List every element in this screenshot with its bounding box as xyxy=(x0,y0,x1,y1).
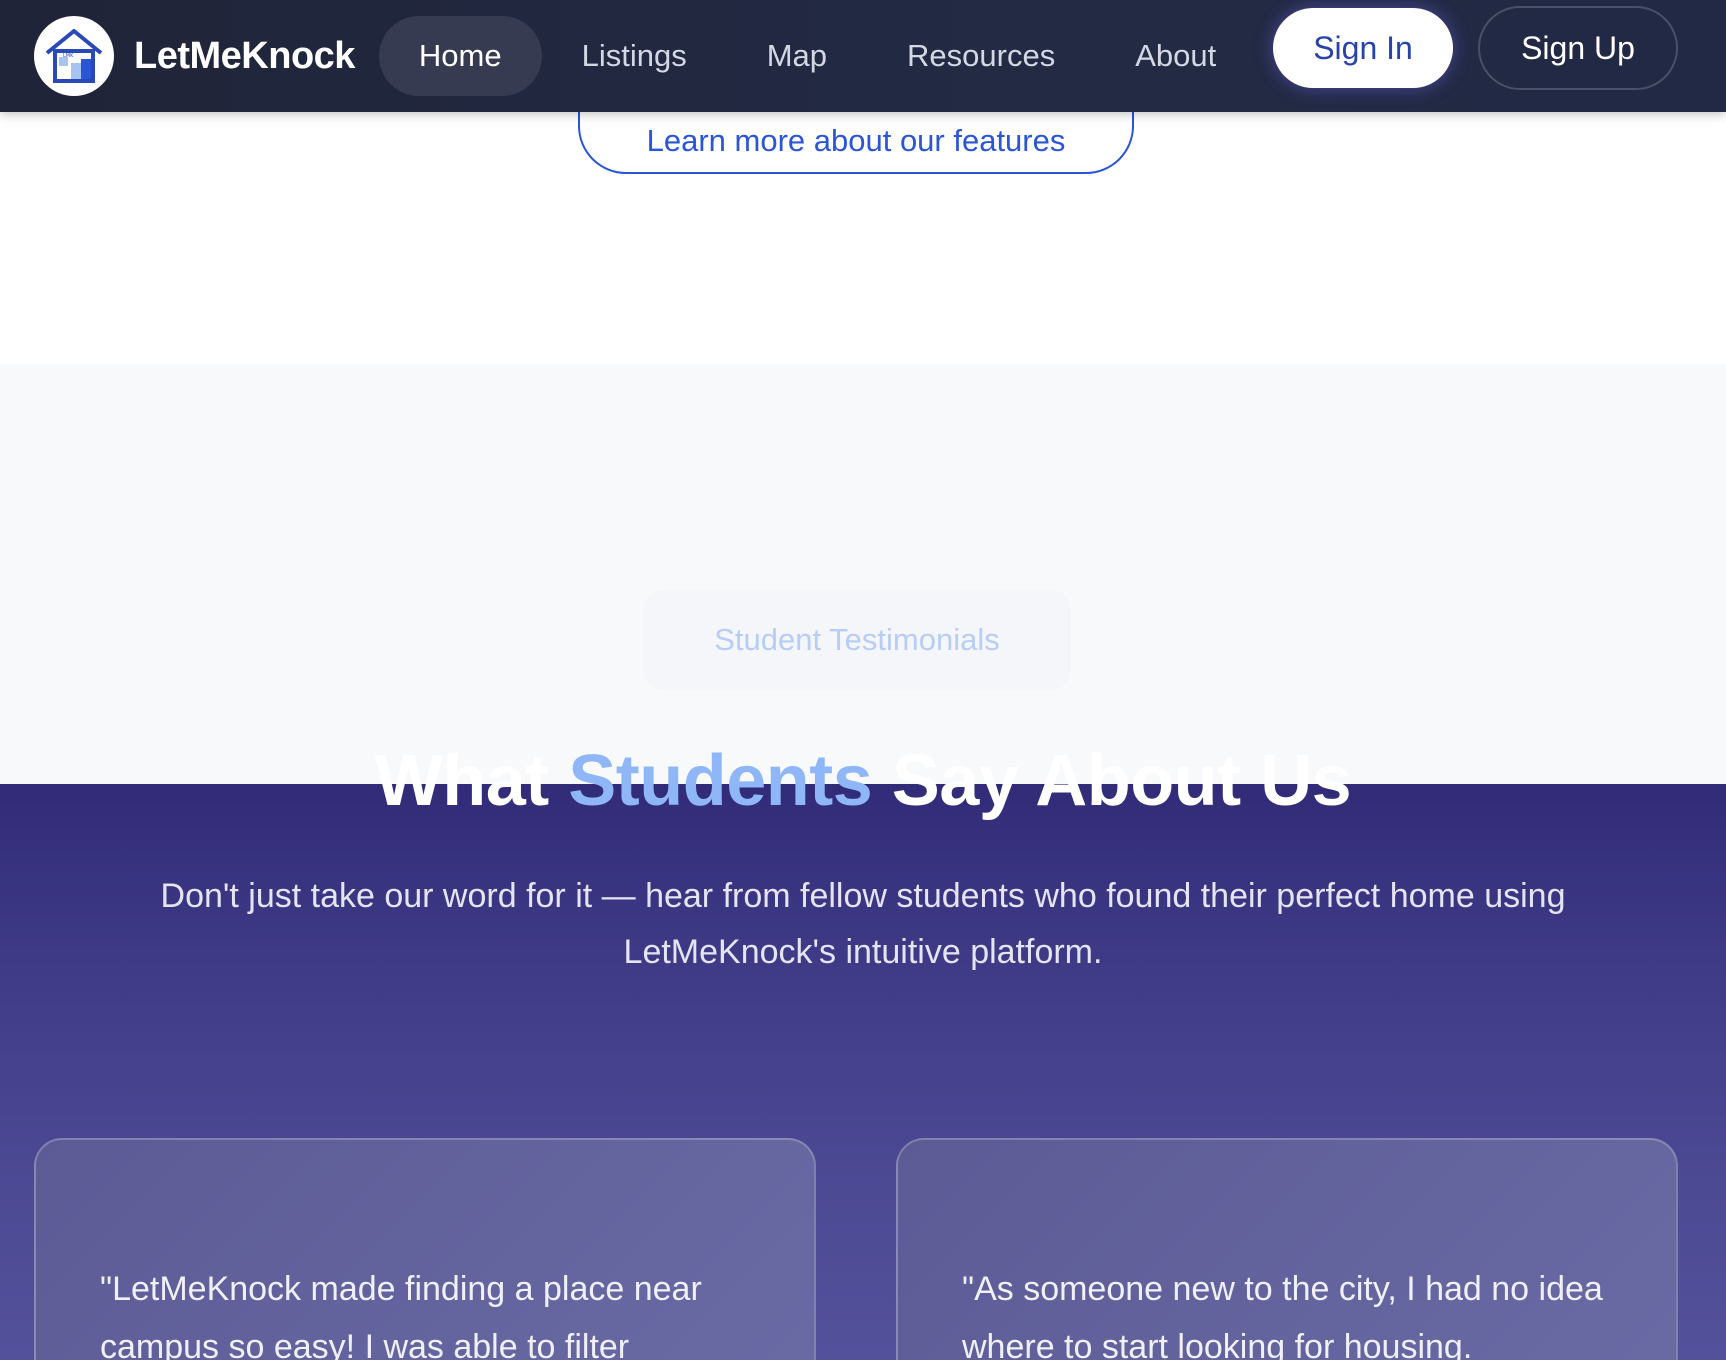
testimonials-heading: What Students Say About Us xyxy=(0,740,1726,822)
nav-resources[interactable]: Resources xyxy=(867,16,1095,96)
nav-map[interactable]: Map xyxy=(727,16,867,96)
page: LMK LetMeKnock Home Listings Map Resourc… xyxy=(0,0,1726,1360)
heading-part-1: What xyxy=(374,741,569,821)
nav-listings[interactable]: Listings xyxy=(542,16,727,96)
logo[interactable]: LMK xyxy=(34,16,114,96)
brand-name[interactable]: LetMeKnock xyxy=(134,35,355,78)
testimonials-badge: Student Testimonials xyxy=(643,590,1071,690)
house-logo-icon: LMK xyxy=(45,29,103,83)
testimonial-quote: "As someone new to the city, I had no id… xyxy=(962,1270,1603,1360)
heading-accent: Students xyxy=(568,741,873,821)
testimonial-card: "As someone new to the city, I had no id… xyxy=(896,1138,1678,1360)
heading-part-2: Say About Us xyxy=(872,741,1352,821)
svg-text:LMK: LMK xyxy=(63,53,74,59)
nav-about[interactable]: About xyxy=(1095,16,1256,96)
nav-home[interactable]: Home xyxy=(378,16,542,96)
testimonial-card: "LetMeKnock made finding a place near ca… xyxy=(34,1138,816,1360)
testimonial-quote: "LetMeKnock made finding a place near ca… xyxy=(100,1270,702,1360)
testimonials-header-section xyxy=(0,364,1726,784)
testimonials-subtext: Don't just take our word for it — hear f… xyxy=(160,877,1566,971)
top-navbar: LMK LetMeKnock Home Listings Map Resourc… xyxy=(0,0,1726,112)
sign-up-button[interactable]: Sign Up xyxy=(1478,6,1678,90)
sign-in-button[interactable]: Sign In xyxy=(1273,8,1453,88)
nav-links: Home Listings Map Resources About xyxy=(378,16,1256,96)
